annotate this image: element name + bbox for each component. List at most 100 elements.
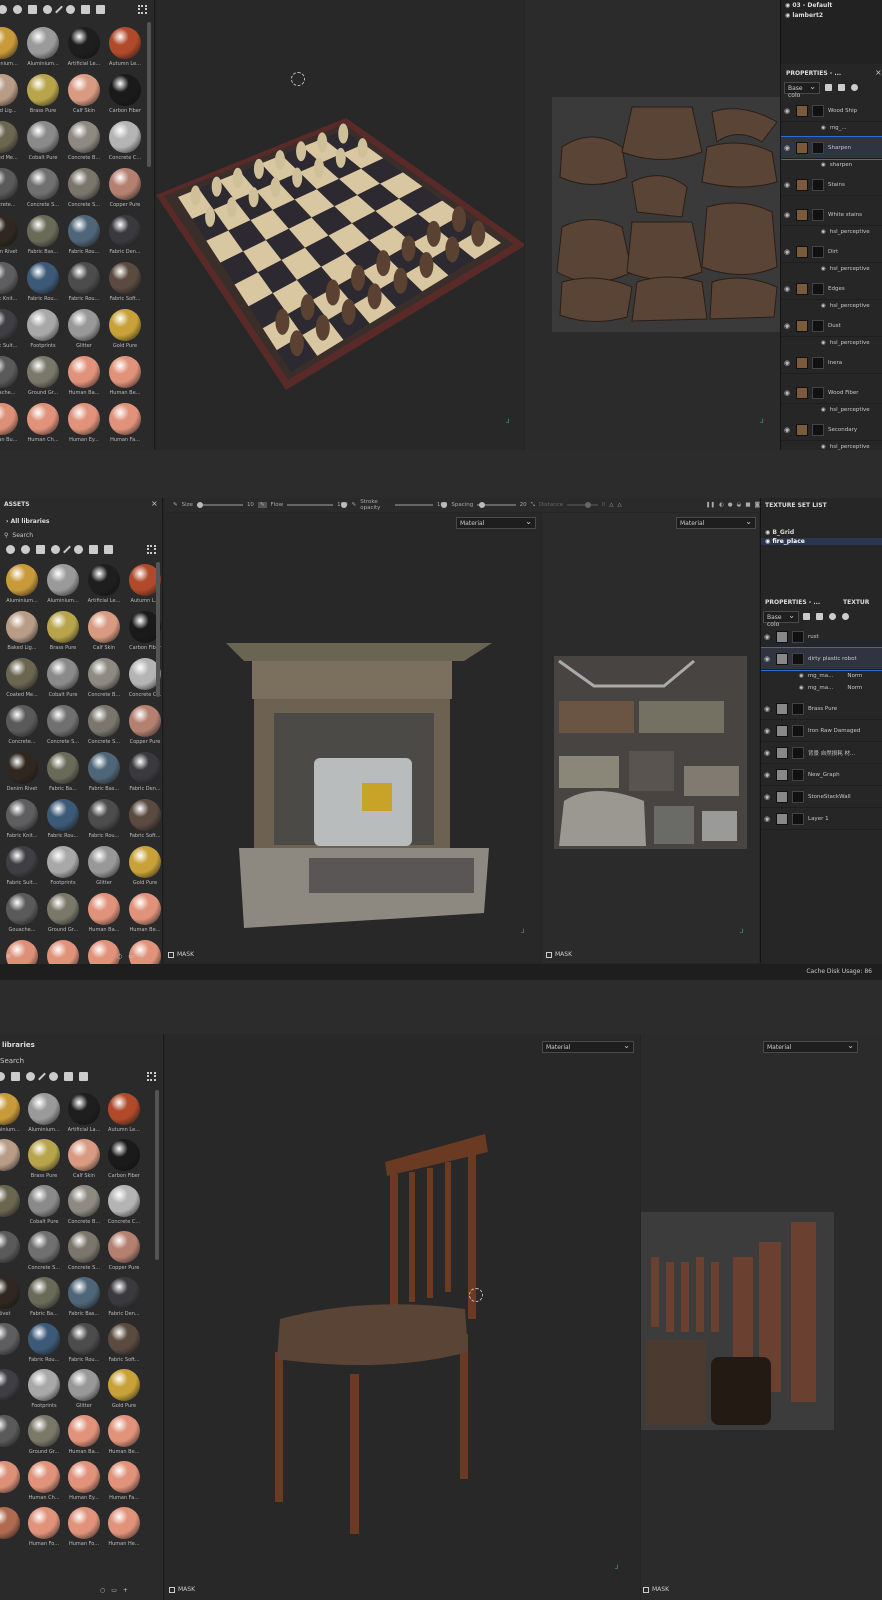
material-swatch[interactable]: Ground Gr... (26, 1415, 62, 1455)
filter-mask-icon[interactable] (28, 5, 37, 14)
layer-effect[interactable]: ◉ hsl_perceptive (821, 263, 882, 275)
layer-row[interactable]: ◉ Sharpen (781, 136, 882, 160)
material-swatch[interactable]: Artificial Le... (66, 27, 102, 67)
layer-row[interactable]: ◉ Secondary (781, 419, 882, 441)
layer-effect[interactable]: ◉ mg_ma... Norm (799, 670, 882, 682)
material-swatch[interactable]: Cobalt Pure (25, 121, 61, 161)
breadcrumb[interactable]: › All libraries (6, 518, 49, 525)
filter-mask-icon[interactable] (36, 545, 45, 554)
eye-icon[interactable]: ◉ (821, 229, 826, 235)
material-swatch[interactable]: Aluminium... (0, 27, 20, 67)
material-swatch[interactable]: Human Ba... (86, 893, 122, 933)
eye-icon[interactable]: ◉ (784, 144, 792, 152)
layer-row[interactable]: ◉ Dust (781, 315, 882, 337)
eye-icon[interactable]: ◉ (764, 655, 772, 663)
assets-scrollbar[interactable] (147, 22, 151, 167)
material-swatch[interactable]: Brass Pure (25, 74, 61, 114)
material-swatch[interactable]: Artificial La... (66, 1093, 102, 1133)
add-icon[interactable]: + (123, 1587, 128, 1594)
library-icon[interactable]: ○ (117, 953, 122, 960)
layer-row[interactable]: ◉ Dirt (781, 241, 882, 263)
material-swatch[interactable]: Ground Gr... (45, 893, 81, 933)
channel-dropdown[interactable]: Base colo (763, 611, 799, 628)
folder-icon[interactable]: ▭ (128, 953, 134, 960)
material-swatch[interactable]: Cobalt Pure (26, 1185, 62, 1225)
material-swatch[interactable]: Fabric Soft... (107, 262, 143, 302)
viewport-mode-dropdown[interactable]: Material (763, 1041, 858, 1053)
material-swatch[interactable]: Fabric Knit... (4, 799, 40, 839)
stroke-opacity-slider[interactable] (394, 502, 447, 508)
material-swatch[interactable]: Fabric Bas... (86, 752, 122, 792)
material-swatch[interactable]: Brass Pure (26, 1139, 62, 1179)
material-swatch[interactable]: Aluminium... (45, 564, 81, 604)
add-mask-icon[interactable] (838, 84, 845, 91)
layer-row[interactable]: ◉ Wood Ship (781, 100, 882, 122)
eye-icon[interactable]: ◉ (799, 685, 804, 691)
material-swatch[interactable]: Human Be... (106, 1415, 142, 1455)
material-swatch[interactable]: Glitter (86, 846, 122, 886)
viewport-2d[interactable]: Material MASK ⅃ (542, 513, 759, 963)
material-swatch[interactable]: Gold Pure (127, 846, 162, 886)
eye-icon[interactable]: ◉ (784, 322, 792, 330)
material-swatch[interactable]: Fabric Rou... (86, 799, 122, 839)
filter-filter-icon[interactable] (49, 1072, 58, 1081)
flow-toggle-icon[interactable]: ✎ (257, 502, 267, 508)
layer-row[interactable]: ◉ Brass Pure (761, 698, 882, 720)
layer-row[interactable]: ◉ dirty plastic robot (761, 647, 882, 671)
layer-effect[interactable]: ◉ sharpen (821, 159, 882, 171)
filter-smart-material-icon[interactable] (13, 5, 22, 14)
size-slider[interactable] (196, 502, 243, 508)
filter-environment-icon[interactable] (104, 545, 113, 554)
eye-icon[interactable]: ◉ (784, 248, 792, 256)
material-swatch[interactable]: Rivet (0, 1277, 22, 1317)
eye-icon[interactable]: ◉ (764, 633, 772, 641)
material-swatch[interactable]: Concrete... (0, 168, 20, 208)
filter-material-icon[interactable] (0, 5, 7, 14)
filter-brush-icon[interactable] (38, 1072, 46, 1081)
add-effect-icon[interactable] (851, 84, 858, 91)
filter-filter-icon[interactable] (66, 5, 75, 14)
material-swatch[interactable]: Human Bu... (0, 403, 20, 443)
material-swatch[interactable]: Aluminium... (0, 1093, 22, 1133)
material-swatch[interactable] (0, 1369, 22, 1409)
checkbox-icon[interactable] (168, 951, 174, 958)
layer-effect[interactable]: ◉ hsl_perceptive (821, 337, 882, 349)
material-swatch[interactable]: Baked Lig... (0, 74, 20, 114)
material-swatch[interactable]: Fabric Rou... (66, 215, 102, 255)
assets-scrollbar[interactable] (156, 562, 160, 697)
material-swatch[interactable]: Aluminium... (25, 27, 61, 67)
eye-icon[interactable]: ◉ (764, 727, 772, 735)
eye-icon[interactable]: ◉ (784, 389, 792, 397)
close-icon[interactable]: × (151, 499, 158, 508)
viewport-2d[interactable]: ⅃ (525, 0, 780, 450)
material-swatch[interactable]: Concrete C... (106, 1185, 142, 1225)
material-swatch[interactable]: Gouache... (4, 893, 40, 933)
material-swatch[interactable]: Human Fo... (26, 1507, 62, 1547)
environment-icon[interactable]: ◒ (737, 502, 742, 508)
material-swatch[interactable]: Fabric Bas... (66, 1277, 102, 1317)
add-effect-icon[interactable] (829, 613, 836, 620)
filter-filter-icon[interactable] (74, 545, 83, 554)
material-swatch[interactable]: Human Fo... (66, 1507, 102, 1547)
material-swatch[interactable]: Concrete S... (86, 705, 122, 745)
view-grid-icon[interactable] (138, 5, 147, 14)
material-swatch[interactable]: Concrete... (4, 705, 40, 745)
viewport-3d[interactable]: Material MASK ⅃ (164, 513, 541, 963)
material-swatch[interactable]: Footprints (26, 1369, 62, 1409)
material-swatch[interactable]: Human Ch... (25, 403, 61, 443)
material-swatch[interactable]: Autumn Le... (106, 1093, 142, 1133)
material-swatch[interactable]: Human Ba... (66, 356, 102, 396)
material-swatch[interactable]: Fabric Rou... (66, 1323, 102, 1363)
material-swatch[interactable] (0, 1139, 22, 1179)
add-fill-layer-icon[interactable] (803, 613, 810, 620)
folder-icon[interactable]: ▭ (111, 1587, 117, 1594)
filter-smart-material-icon[interactable] (21, 545, 30, 554)
layer-row[interactable]: ◉ Iron Raw Damaged (761, 720, 882, 742)
tab-textures[interactable]: TEXTUR (843, 599, 869, 606)
viewport-2d[interactable]: Material MASK (641, 1034, 882, 1600)
material-swatch[interactable]: Coated Me... (4, 658, 40, 698)
material-swatch[interactable]: Fabric Den... (106, 1277, 142, 1317)
checkbox-icon[interactable] (169, 1586, 175, 1593)
material-swatch[interactable]: Copper Pure (106, 1231, 142, 1271)
layer-row[interactable]: ◉ New_Graph (761, 764, 882, 786)
